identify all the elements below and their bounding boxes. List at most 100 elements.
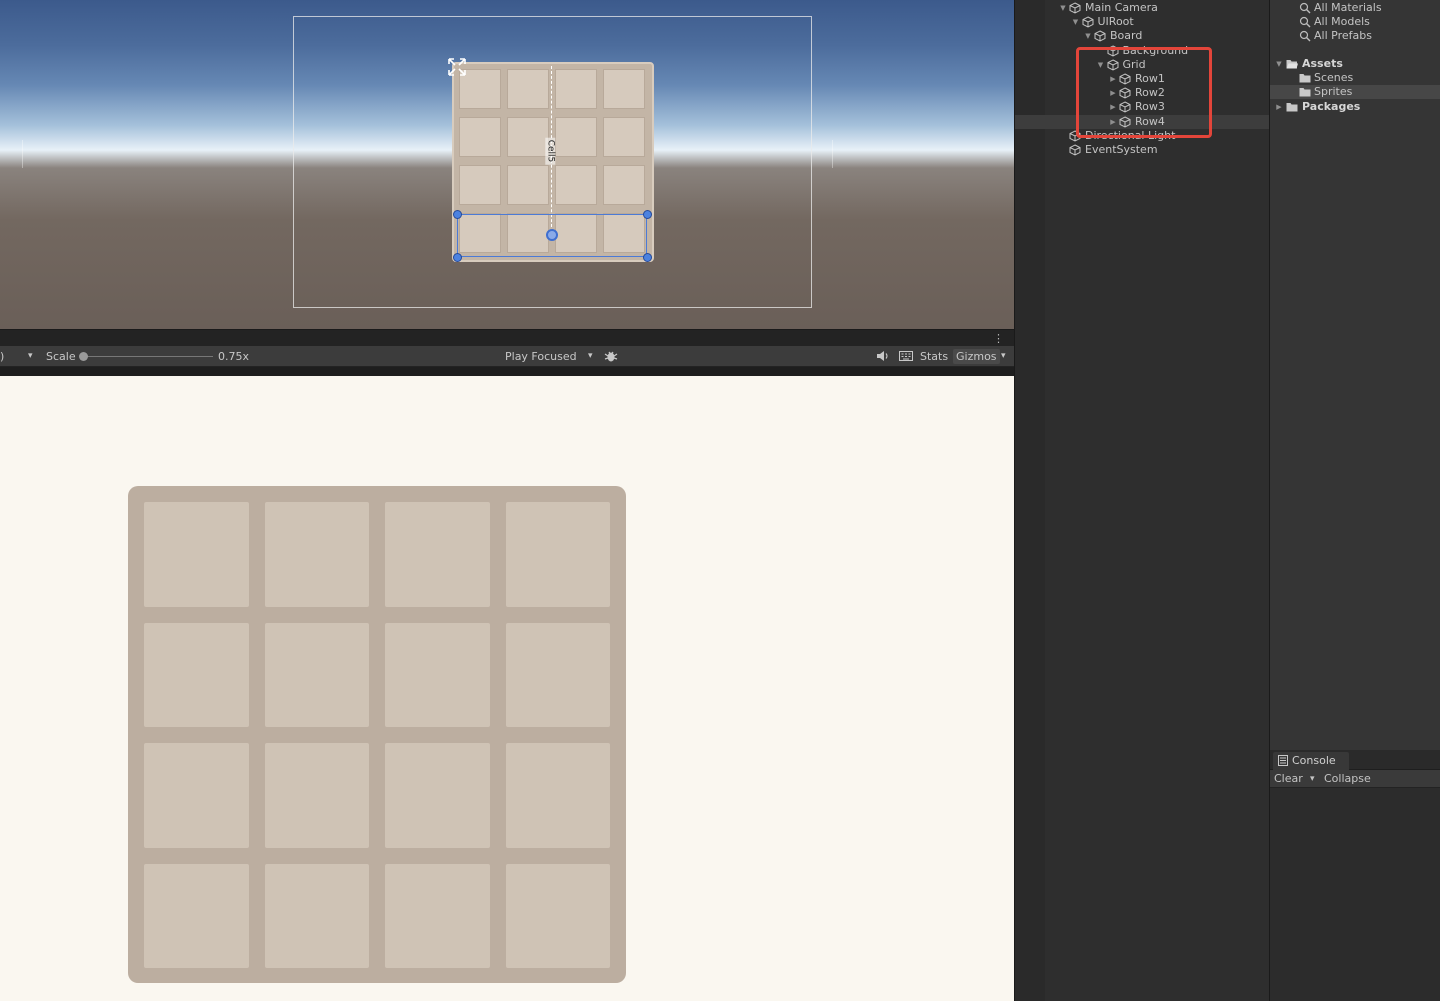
tab-console[interactable]: Console	[1273, 752, 1349, 770]
scenes-folder[interactable]: Scenes	[1270, 71, 1440, 85]
search-icon	[1299, 16, 1311, 28]
folder-label: Assets	[1302, 57, 1343, 70]
keyboard-icon[interactable]	[899, 350, 913, 362]
console-tab-bar: Console	[1270, 750, 1440, 770]
rect-handle-top-left[interactable]	[453, 210, 462, 219]
packages-folder[interactable]: ▶ Packages	[1270, 100, 1440, 114]
folder-label: Packages	[1302, 100, 1361, 113]
search-icon	[1299, 30, 1311, 42]
hierarchy-item-board[interactable]: ▼ Board	[1015, 29, 1270, 43]
board-cell	[144, 502, 249, 607]
scale-value: 0.75x	[218, 350, 250, 363]
project-panel[interactable]: All Materials All Models All Prefabs ▼ A…	[1269, 0, 1440, 750]
board-cell	[385, 502, 490, 607]
game-view[interactable]	[0, 376, 1014, 1001]
gameobject-cube-icon	[1069, 144, 1081, 156]
scene-board-cell	[555, 69, 597, 109]
bug-icon[interactable]	[604, 350, 618, 363]
display-dropdown-arrow-icon[interactable]: ▾	[28, 349, 33, 364]
favorite-label: All Prefabs	[1314, 29, 1372, 42]
board-cell	[144, 863, 249, 968]
folder-label: Sprites	[1314, 85, 1353, 98]
board-cell	[264, 743, 369, 848]
gizmos-button[interactable]: Gizmos	[953, 349, 1000, 364]
board-cell	[505, 502, 610, 607]
scale-slider-track[interactable]	[83, 356, 213, 357]
game-tab-strip: ⋮	[0, 329, 1014, 346]
console-icon	[1278, 755, 1288, 766]
favorite-all-models[interactable]: All Models	[1270, 15, 1440, 29]
scene-view[interactable]: Cell5	[0, 0, 1014, 329]
horizon-marker	[22, 140, 23, 168]
game-board	[128, 486, 626, 983]
more-options-icon[interactable]: ⋮	[993, 332, 1004, 345]
rect-handle-bottom-left[interactable]	[453, 253, 462, 262]
assets-folder[interactable]: ▼ Assets	[1270, 57, 1440, 71]
fold-arrow-icon[interactable]: ▼	[1083, 29, 1093, 43]
scale-label: Scale	[46, 350, 76, 363]
hierarchy-item-label: EventSystem	[1085, 143, 1158, 156]
gameobject-cube-icon	[1082, 16, 1093, 28]
hierarchy-item-uiroot[interactable]: ▼ UIRoot	[1015, 15, 1270, 29]
board-cell	[505, 622, 610, 727]
scene-board-cell	[555, 165, 597, 205]
scene-board-cell	[555, 117, 597, 157]
game-view-toolbar: ) ▾ Scale 0.75x Play Focused ▾ Stats Giz…	[0, 346, 1014, 367]
gameobject-cube-icon	[1094, 30, 1106, 42]
anchor-gizmo-icon[interactable]	[446, 56, 468, 78]
folder-label: Scenes	[1314, 71, 1354, 84]
board-cell	[385, 743, 490, 848]
folder-icon	[1286, 103, 1298, 112]
scene-board-cell	[507, 165, 549, 205]
console-toolbar: Clear ▾ Collapse	[1270, 770, 1440, 788]
clear-options-arrow-icon[interactable]: ▾	[1310, 771, 1315, 787]
folder-open-icon	[1286, 60, 1298, 69]
collapse-button[interactable]: Collapse	[1324, 771, 1371, 787]
display-dropdown-fragment[interactable]: )	[0, 349, 4, 364]
hierarchy-panel[interactable]: ▼ Main Camera ▼ UIRoot ▼ Board Background ▼ Grid…	[1014, 0, 1270, 1001]
fold-arrow-icon[interactable]: ▶	[1274, 100, 1284, 114]
hierarchy-item-eventsystem[interactable]: EventSystem	[1015, 143, 1270, 157]
board-cell	[144, 743, 249, 848]
fold-arrow-icon[interactable]: ▼	[1071, 15, 1081, 29]
scale-slider-thumb[interactable]	[79, 352, 88, 361]
game-view-letterbox	[0, 367, 1014, 376]
folder-icon	[1299, 88, 1311, 97]
audio-mute-icon[interactable]	[876, 350, 889, 362]
sprites-folder[interactable]: Sprites	[1270, 85, 1440, 99]
board-cell	[385, 863, 490, 968]
scene-board-cell	[603, 165, 645, 205]
play-focused-dropdown[interactable]: Play Focused	[505, 349, 577, 364]
scene-board-cell	[459, 117, 501, 157]
favorite-all-materials[interactable]: All Materials	[1270, 1, 1440, 15]
play-mode-arrow-icon[interactable]: ▾	[588, 349, 593, 364]
favorite-label: All Materials	[1314, 1, 1382, 14]
horizon-marker	[832, 140, 833, 168]
scene-object-label: Cell5	[545, 137, 556, 165]
board-cell	[505, 863, 610, 968]
fold-arrow-icon[interactable]: ▼	[1274, 57, 1284, 71]
scene-board-cell	[603, 69, 645, 109]
board-cell	[144, 622, 249, 727]
hierarchy-item-main-camera[interactable]: ▼ Main Camera	[1015, 1, 1270, 15]
fold-arrow-icon[interactable]: ▼	[1058, 1, 1068, 15]
rect-handle-top-right[interactable]	[643, 210, 652, 219]
tab-label: Console	[1292, 754, 1336, 767]
board-cell	[505, 743, 610, 848]
hierarchy-item-label: Main Camera	[1085, 1, 1158, 14]
gizmos-dropdown-arrow-icon[interactable]: ▾	[1001, 349, 1006, 364]
stats-button[interactable]: Stats	[920, 349, 948, 364]
console-panel[interactable]: Console Clear ▾ Collapse	[1269, 750, 1440, 1001]
search-icon	[1299, 2, 1311, 14]
clear-button[interactable]: Clear	[1274, 771, 1303, 787]
hierarchy-item-label: UIRoot	[1097, 15, 1134, 29]
board-cell	[264, 502, 369, 607]
favorite-all-prefabs[interactable]: All Prefabs	[1270, 29, 1440, 43]
board-cell	[264, 863, 369, 968]
rect-handle-bottom-right[interactable]	[643, 253, 652, 262]
folder-icon	[1299, 74, 1311, 83]
board-cell	[385, 622, 490, 727]
scene-board-cell	[507, 117, 549, 157]
pivot-handle[interactable]	[546, 229, 558, 241]
annotation-highlight-box	[1076, 47, 1212, 138]
